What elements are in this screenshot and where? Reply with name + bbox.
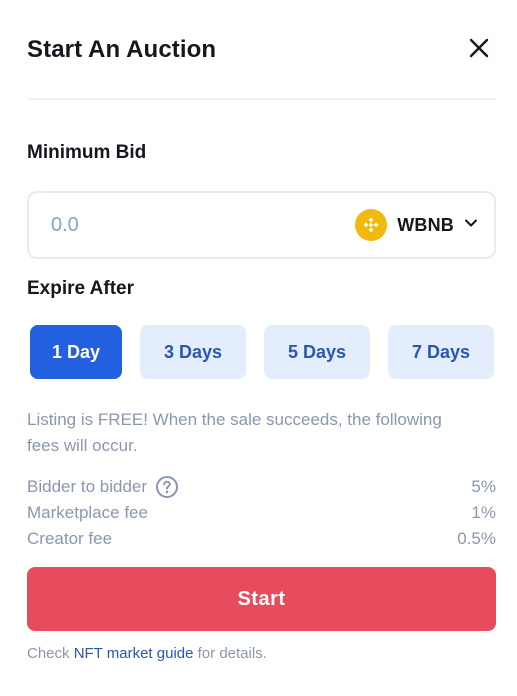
minimum-bid-label: Minimum Bid	[27, 142, 147, 163]
fee-row-bidder: Bidder to bidder 5%	[27, 474, 496, 500]
fee-label: Marketplace fee	[27, 503, 148, 522]
fee-row-creator: Creator fee 0.5%	[27, 526, 496, 552]
expire-option-5-days[interactable]: 5 Days	[264, 325, 370, 379]
expire-option-1-day[interactable]: 1 Day	[30, 325, 122, 379]
minimum-bid-field: WBNB	[27, 191, 496, 259]
fee-value: 0.5%	[457, 529, 496, 548]
fee-row-marketplace: Marketplace fee 1%	[27, 500, 496, 526]
fee-value: 5%	[471, 477, 496, 496]
close-button[interactable]	[463, 34, 495, 66]
fee-label: Creator fee	[27, 529, 113, 548]
listing-info-text: Listing is FREE! When the sale succeeds,…	[27, 410, 442, 455]
expire-after-label: Expire After	[27, 278, 134, 299]
token-name: WBNB	[397, 214, 454, 235]
question-circle-icon[interactable]	[155, 475, 179, 499]
expire-option-7-days[interactable]: 7 Days	[388, 325, 494, 379]
footer-prefix: Check	[27, 645, 70, 662]
nft-market-guide-link[interactable]: NFT market guide	[74, 645, 194, 662]
footer-text: Check NFT market guide for details.	[27, 645, 267, 662]
fee-label: Bidder to bidder	[27, 477, 148, 496]
close-icon	[469, 38, 489, 63]
fee-value: 1%	[471, 503, 496, 522]
bnb-icon	[355, 209, 388, 241]
token-select[interactable]: WBNB	[355, 209, 478, 241]
chevron-down-icon	[464, 216, 478, 235]
fee-list: Bidder to bidder 5% Marketplace fee 1% C…	[27, 474, 496, 552]
minimum-bid-input[interactable]	[51, 213, 356, 237]
modal-title: Start An Auction	[27, 36, 217, 63]
expire-options: 1 Day 3 Days 5 Days 7 Days	[30, 325, 494, 379]
header-divider	[27, 98, 496, 100]
modal-header: Start An Auction	[27, 30, 495, 70]
footer-suffix: for details.	[197, 645, 267, 662]
start-button[interactable]: Start	[27, 567, 496, 631]
expire-option-3-days[interactable]: 3 Days	[140, 325, 246, 379]
start-auction-modal: Start An Auction Minimum Bid 0.0 WBNB Ex…	[0, 0, 517, 696]
